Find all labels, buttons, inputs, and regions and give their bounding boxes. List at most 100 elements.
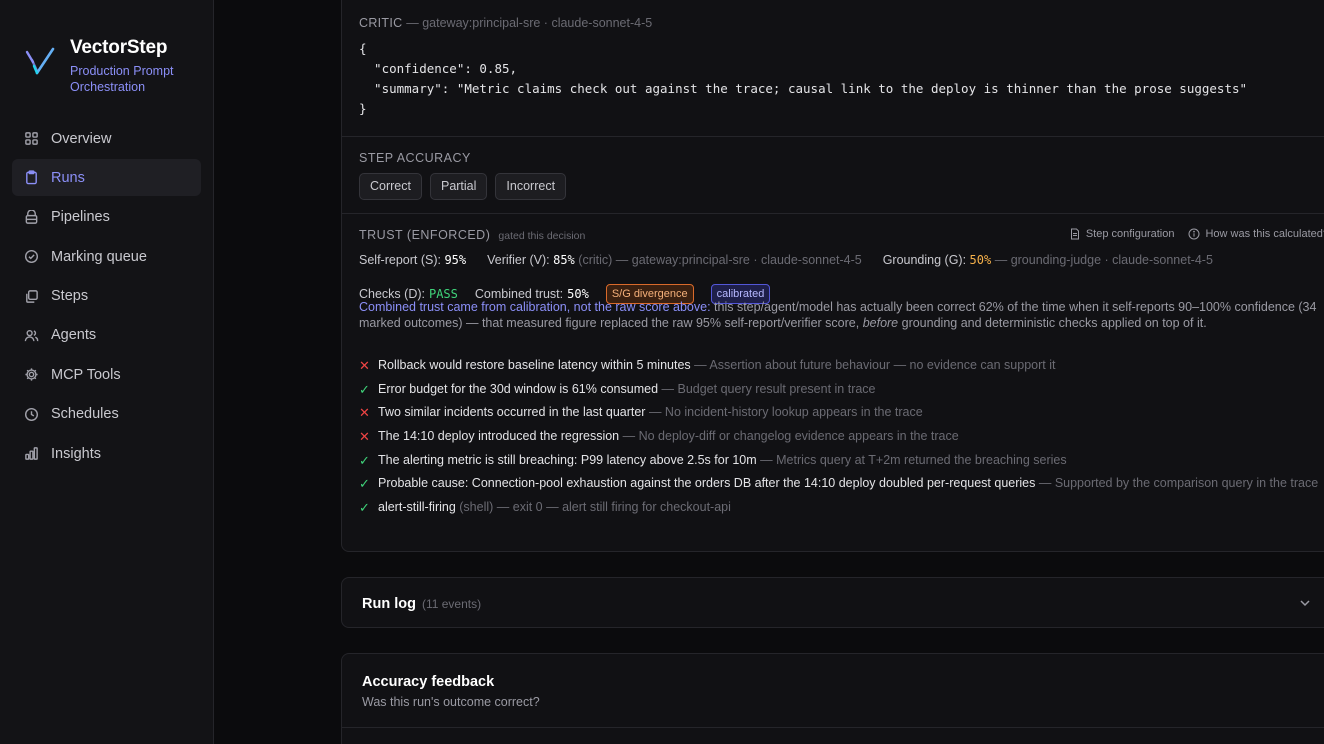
claim-item: ✕ Rollback would restore baseline latenc… <box>359 357 1319 374</box>
users-icon <box>24 329 39 342</box>
check-icon: ✓ <box>359 500 370 516</box>
trust-scores: Self-report (S): 95% Verifier (V): 85% (… <box>359 253 1213 267</box>
explain-emphasis: before <box>862 316 899 330</box>
calibration-explanation: Combined trust came from calibration, no… <box>359 299 1319 331</box>
calibration-link[interactable]: Combined trust came from calibration, no… <box>359 300 711 314</box>
grounding-value: 50% <box>969 253 992 267</box>
json-line: } <box>359 101 367 116</box>
nav-item-overview[interactable]: Overview <box>12 120 201 157</box>
claim-text: Error budget for the 30d window is 61% c… <box>378 381 659 396</box>
nav-item-insights[interactable]: Insights <box>12 435 201 472</box>
nav-label: Agents <box>51 327 97 344</box>
clock-icon <box>24 407 39 421</box>
trust-label: TRUST (ENFORCED) <box>359 228 491 242</box>
claim-item: ✕ Two similar incidents occurred in the … <box>359 404 1319 421</box>
how-calculated-link[interactable]: How was this calculated? <box>1188 228 1324 240</box>
incorrect-button[interactable]: Incorrect <box>495 173 567 200</box>
trust-header: TRUST (ENFORCED) gated this decision <box>359 228 585 242</box>
step-configuration-label: Step configuration <box>1085 228 1175 240</box>
grounding-source: — grounding-judge · claude-sonnet-4-5 <box>994 253 1213 267</box>
info-icon <box>1188 228 1200 240</box>
nav-label: MCP Tools <box>51 366 121 383</box>
json-line: "confidence": 0.85, <box>359 61 518 76</box>
claim-item: ✕ The 14:10 deploy introduced the regres… <box>359 428 1319 445</box>
vectorstep-logo-icon <box>25 47 55 75</box>
claim-text: The alerting metric is still breaching: … <box>378 452 757 467</box>
x-icon: ✕ <box>359 358 370 373</box>
claims-list: ✕ Rollback would restore baseline latenc… <box>359 357 1319 523</box>
sidebar: VectorStep Production Prompt Orchestrati… <box>0 0 214 744</box>
nav-item-runs[interactable]: Runs <box>12 159 201 197</box>
claim-note: — Metrics query at T+2m returned the bre… <box>756 452 1067 467</box>
partial-button[interactable]: Partial <box>429 173 488 200</box>
gated-note: gated this decision <box>498 230 586 242</box>
check-icon: ✓ <box>359 452 370 468</box>
claim-note: — Assertion about future behaviour — no … <box>690 358 1056 372</box>
run-log-header: Run log (11 events) <box>362 596 481 612</box>
critic-json: { "confidence": 0.85, "summary": "Metric… <box>359 39 1247 119</box>
claim-note: — No deploy-diff or changelog evidence a… <box>619 429 959 444</box>
critic-label: CRITIC <box>359 16 403 30</box>
brand-name: VectorStep <box>70 37 168 58</box>
brand-subtitle: Production Prompt Orchestration <box>70 64 174 94</box>
x-icon: ✕ <box>359 429 370 445</box>
check-icon: ✓ <box>359 381 370 397</box>
run-log-panel[interactable]: Run log (11 events) <box>341 577 1324 628</box>
nav-item-marking-queue[interactable]: Marking queue <box>12 238 201 275</box>
accuracy-feedback-subtitle: Was this run's outcome correct? <box>362 695 540 709</box>
chevron-down-icon[interactable] <box>1298 596 1312 610</box>
bar-chart-icon <box>25 447 38 460</box>
claim-text: alert-still-firing <box>378 500 456 515</box>
run-log-count: (11 events) <box>421 597 482 611</box>
claim-text: The 14:10 deploy introduced the regressi… <box>378 429 620 444</box>
critic-source: — gateway:principal-sre · claude-sonnet-… <box>406 16 653 30</box>
claim-item: ✓ The alerting metric is still breaching… <box>359 452 1319 469</box>
layers-icon <box>25 209 38 224</box>
nav-label: Marking queue <box>51 248 147 265</box>
nav-item-mcp-tools[interactable]: MCP Tools <box>12 356 201 393</box>
verifier-label: Verifier (V): <box>487 253 550 267</box>
nav-item-pipelines[interactable]: Pipelines <box>12 199 201 236</box>
step-accuracy-buttons: Correct Partial Incorrect <box>359 173 567 200</box>
x-icon: ✕ <box>359 405 370 421</box>
nav-label: Insights <box>51 445 101 462</box>
claim-item: ✓ alert-still-firing (shell) — exit 0 — … <box>359 499 1319 516</box>
self-report-label: Self-report (S): <box>359 253 441 267</box>
correct-button[interactable]: Correct <box>359 173 422 200</box>
claim-note: (shell) — exit 0 — alert still firing fo… <box>455 500 731 515</box>
check-icon: ✓ <box>359 476 370 492</box>
nav-label: Runs <box>51 169 85 186</box>
self-report-value: 95% <box>444 253 467 267</box>
json-line: { <box>359 41 367 56</box>
stack-icon <box>26 289 38 303</box>
claim-text: Two similar incidents occurred in the la… <box>378 405 646 420</box>
claim-text: Probable cause: Connection-pool exhausti… <box>378 476 1036 491</box>
claim-item: ✓ Probable cause: Connection-pool exhaus… <box>359 475 1319 492</box>
nav-item-schedules[interactable]: Schedules <box>12 396 201 433</box>
step-configuration-link[interactable]: Step configuration <box>1069 228 1175 240</box>
claim-item: ✓ Error budget for the 30d window is 61%… <box>359 381 1319 398</box>
accuracy-feedback-panel: Accuracy feedback Was this run's outcome… <box>341 653 1324 744</box>
brand[interactable]: VectorStep Production Prompt Orchestrati… <box>24 36 200 95</box>
how-calculated-label: How was this calculated? <box>1205 228 1324 240</box>
step-accuracy-label: STEP ACCURACY <box>359 151 471 165</box>
nav-item-steps[interactable]: Steps <box>12 278 201 315</box>
claim-note: — Supported by the comparison query in t… <box>1035 476 1319 491</box>
run-log-title: Run log <box>362 596 416 612</box>
nav-label: Schedules <box>51 406 119 423</box>
divider <box>342 136 1324 137</box>
main-nav: Overview Runs Pipelines Marking queue St… <box>12 120 201 475</box>
verifier-value: 85% <box>553 253 575 267</box>
nav-item-agents[interactable]: Agents <box>12 317 201 354</box>
step-detail-panel: CRITIC — gateway:principal-sre · claude-… <box>341 0 1324 552</box>
trust-links: Step configuration How was this calculat… <box>1069 228 1324 240</box>
verifier-source: (critic) — gateway:principal-sre · claud… <box>578 253 862 267</box>
claim-note: — Budget query result present in trace <box>658 381 876 396</box>
claim-note: — No incident-history lookup appears in … <box>645 405 923 420</box>
check-circle-icon <box>24 250 39 264</box>
claim-text: Rollback would restore baseline latency … <box>378 358 691 372</box>
critic-header: CRITIC — gateway:principal-sre · claude-… <box>359 16 652 30</box>
explain-text: grounding and deterministic checks appli… <box>898 316 1207 330</box>
nav-label: Overview <box>51 130 112 147</box>
nav-label: Pipelines <box>51 209 110 226</box>
